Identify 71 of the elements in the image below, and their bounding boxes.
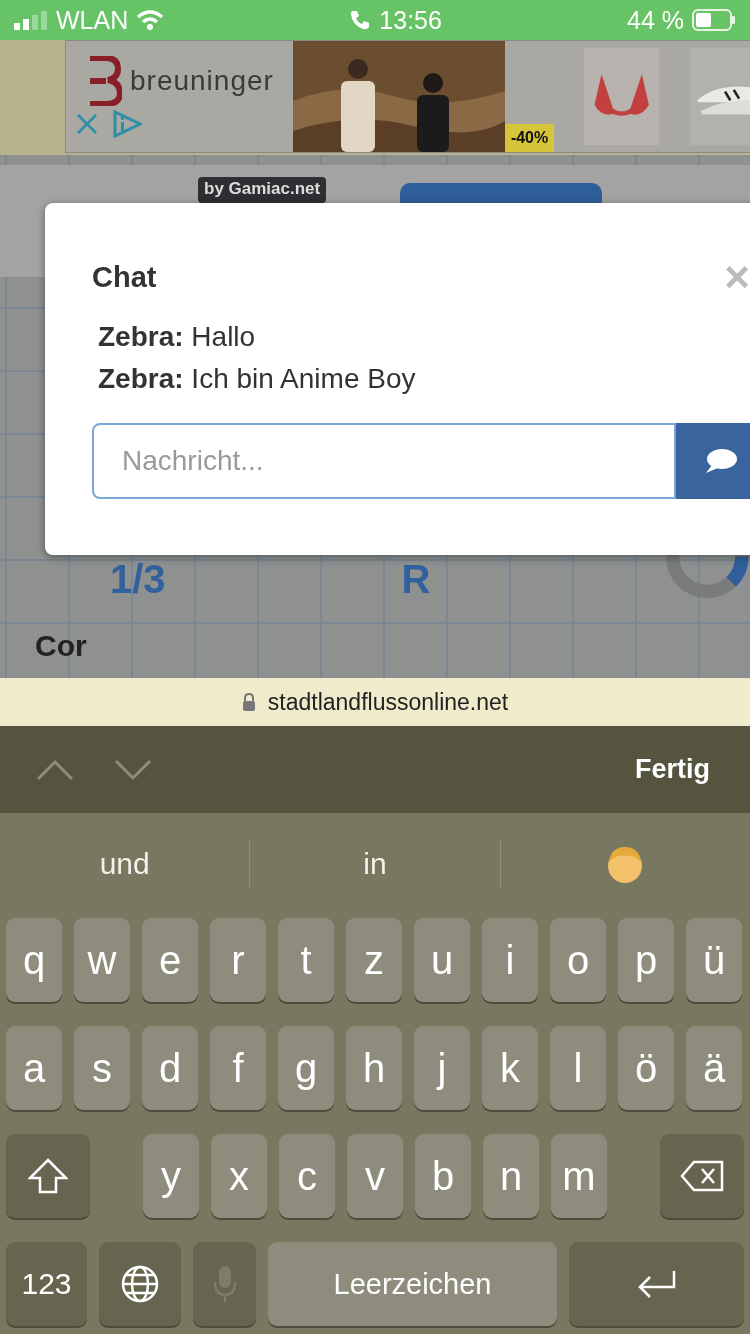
keyboard-key[interactable]: o: [550, 918, 606, 1002]
message-input[interactable]: Nachricht...: [92, 423, 676, 499]
ad-banner[interactable]: breuninger -40%: [65, 40, 750, 153]
keyboard-key[interactable]: ü: [686, 918, 742, 1002]
section-label: Cor: [35, 629, 88, 663]
battery-icon: [692, 9, 736, 31]
suggestion[interactable]: und: [0, 840, 250, 888]
keyboard-key[interactable]: i: [482, 918, 538, 1002]
keyboard-key[interactable]: h: [346, 1026, 402, 1110]
done-button[interactable]: Fertig: [629, 753, 716, 786]
keyboard-key[interactable]: v: [347, 1134, 403, 1218]
network-name: WLAN: [56, 5, 129, 35]
play-icon[interactable]: [112, 109, 142, 138]
microphone-key[interactable]: [193, 1242, 256, 1326]
microphone-icon: [211, 1264, 238, 1304]
keyboard-key[interactable]: r: [210, 918, 266, 1002]
keyboard-key[interactable]: n: [483, 1134, 539, 1218]
suggestion[interactable]: in: [249, 840, 500, 888]
keyboard-key[interactable]: w: [74, 918, 130, 1002]
keyboard-key[interactable]: q: [6, 918, 62, 1002]
current-letter: R: [401, 556, 431, 602]
lock-icon: [241, 693, 256, 711]
credit-badge: by Gamiac.net: [198, 177, 327, 203]
keyboard-key[interactable]: b: [415, 1134, 471, 1218]
speech-bubble-icon: [704, 447, 738, 475]
round-counter: 1/3: [110, 556, 166, 602]
keyboard-key[interactable]: x: [211, 1134, 267, 1218]
chat-message: Zebra: Ich bin Anime Boy: [98, 363, 417, 395]
keyboard-key[interactable]: ö: [618, 1026, 674, 1110]
wifi-icon: [136, 10, 165, 30]
keyboard-key[interactable]: z: [346, 918, 402, 1002]
url-text[interactable]: stadtlandflussonline.net: [267, 688, 509, 716]
dialog-title: Chat: [92, 260, 157, 294]
discount-tag: -40%: [504, 124, 555, 152]
keyboard-key[interactable]: k: [482, 1026, 538, 1110]
close-icon[interactable]: [76, 112, 98, 135]
close-button[interactable]: ×: [724, 255, 750, 299]
space-key[interactable]: Leerzeichen: [268, 1242, 557, 1326]
keyboard-key[interactable]: t: [278, 918, 334, 1002]
brand-name: breuninger: [130, 64, 274, 97]
shift-key[interactable]: [6, 1134, 90, 1218]
return-key[interactable]: [569, 1242, 744, 1326]
delete-key[interactable]: [660, 1134, 744, 1218]
chevron-down-icon[interactable]: [114, 758, 152, 781]
globe-icon: [120, 1264, 160, 1304]
send-button[interactable]: [676, 423, 750, 499]
keyboard-key[interactable]: y: [143, 1134, 199, 1218]
keyboard-key[interactable]: g: [278, 1026, 334, 1110]
keyboard-key[interactable]: d: [142, 1026, 198, 1110]
keyboard-key[interactable]: s: [74, 1026, 130, 1110]
keyboard-key[interactable]: p: [618, 918, 674, 1002]
chat-message: Zebra: Hallo: [98, 321, 257, 353]
keyboard-key[interactable]: a: [6, 1026, 62, 1110]
clock-time: 13:56: [379, 5, 442, 35]
battery-percentage: 44 %: [627, 5, 684, 35]
keyboard-key[interactable]: u: [414, 918, 470, 1002]
signal-icon: [14, 10, 48, 30]
keyboard-key[interactable]: e: [142, 918, 198, 1002]
keyboard-key[interactable]: f: [210, 1026, 266, 1110]
timer-ring-icon: [663, 553, 750, 601]
keyboard-key[interactable]: m: [551, 1134, 607, 1218]
phone-icon: [349, 9, 372, 31]
keyboard-key[interactable]: c: [279, 1134, 335, 1218]
numbers-key[interactable]: 123: [6, 1242, 87, 1326]
backspace-icon: [680, 1160, 724, 1192]
shift-icon: [28, 1158, 68, 1194]
chevron-up-icon[interactable]: [36, 758, 74, 781]
keyboard-key[interactable]: ä: [686, 1026, 742, 1110]
keyboard-key[interactable]: l: [550, 1026, 606, 1110]
keyboard-key[interactable]: j: [414, 1026, 470, 1110]
globe-key[interactable]: [99, 1242, 181, 1326]
